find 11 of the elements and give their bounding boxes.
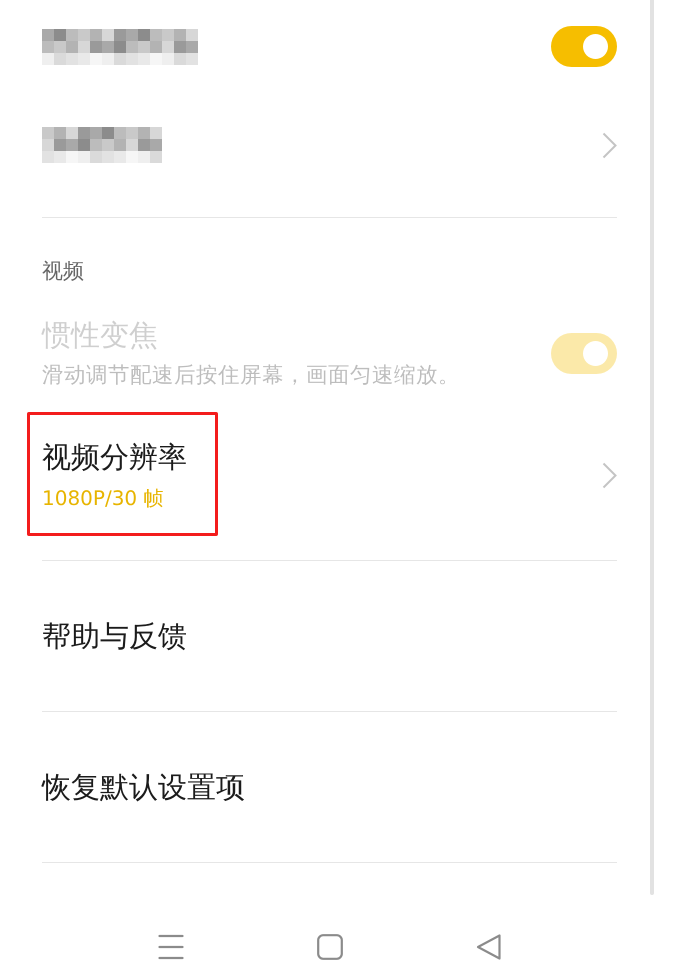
setting-value: 1080P/30 帧 [42,485,165,511]
setting-title[interactable]: 视频分辨率 [42,439,187,475]
menu-icon[interactable] [158,934,184,960]
home-icon[interactable] [317,934,343,960]
section-header: 视频 [42,258,84,285]
back-icon[interactable] [476,934,502,960]
setting-description: 滑动调节配速后按住屏幕，画面匀速缩放。 [42,363,460,389]
setting-title[interactable]: 帮助与反馈 [42,618,187,654]
setting-title[interactable]: 恢复默认设置项 [42,769,245,805]
toggle-switch[interactable] [551,26,617,67]
chevron-icon [602,462,617,488]
